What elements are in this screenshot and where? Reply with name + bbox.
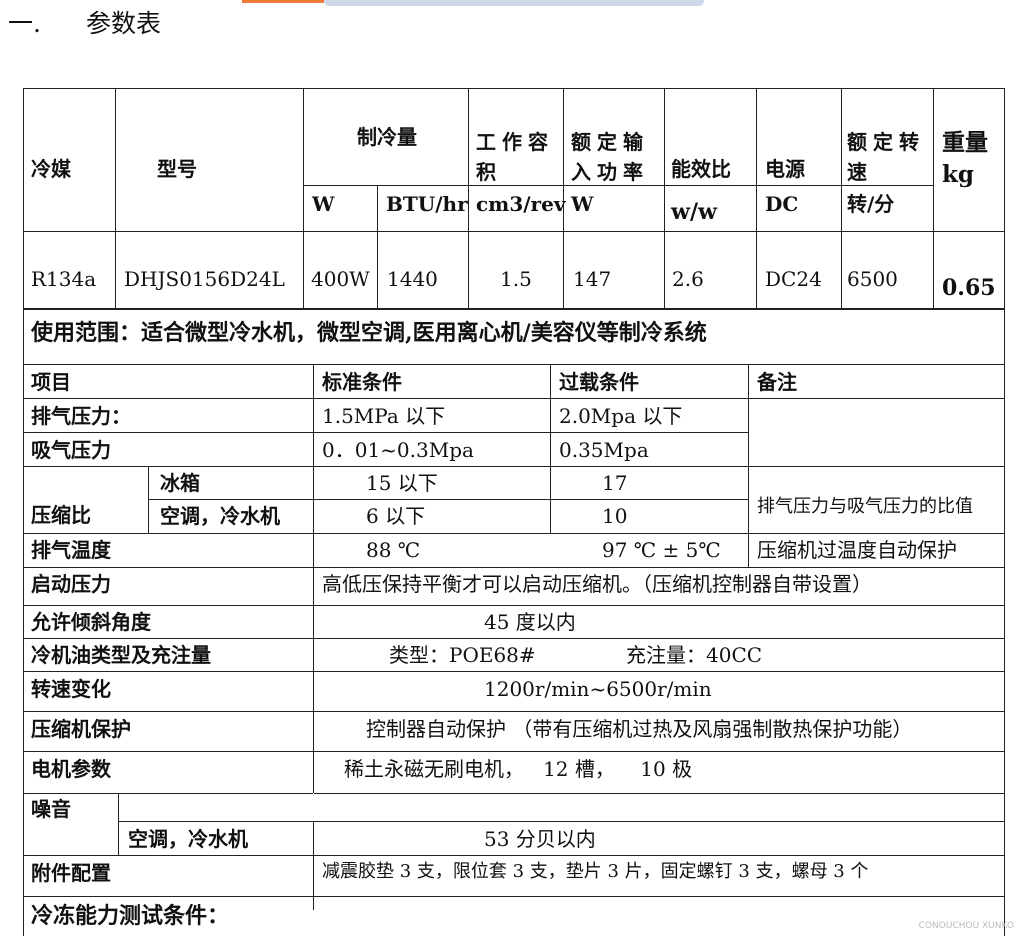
header-model: 型号 — [157, 157, 197, 181]
discharge-temp-note: 压缩机过温度自动保护 — [757, 538, 957, 562]
section-title: 参数表 — [86, 9, 162, 38]
motor-label: 电机参数 — [31, 757, 111, 781]
discharge-temp-label: 排气温度 — [31, 538, 111, 562]
value-cap-w: 400W — [311, 267, 370, 291]
accessories-value: 减震胶垫 3 支，限位套 3 支，垫片 3 片，固定螺钉 3 支，螺母 3 个 — [322, 861, 869, 882]
discharge-temp-standard: 88 ℃ — [366, 538, 421, 562]
start-pressure-value: 高低压保持平衡才可以启动压缩机。（压缩机控制器自带设置） — [322, 572, 872, 596]
value-displacement: 1.5 — [500, 267, 532, 291]
header-weight: 重量kg — [942, 129, 988, 188]
cond-header-note: 备注 — [757, 370, 797, 394]
watermark: CONOUCHOU XUNKO — [918, 921, 1014, 931]
oil-type: 类型：POE68# — [389, 643, 536, 667]
oil-charge: 充注量：40CC — [626, 643, 763, 667]
motor-value: 稀土永磁无刷电机， 12 槽， 10 极 — [344, 757, 693, 781]
header-displacement: 工作容积 — [476, 130, 554, 184]
cond-header-item: 项目 — [31, 370, 71, 394]
test-conditions: 冷冻能力测试条件： — [31, 903, 230, 929]
unit-cop: w/w — [671, 199, 717, 225]
compression-ratio-label: 压缩比 — [31, 503, 91, 527]
protection-value: 控制器自动保护 （带有压缩机过热及风扇强制散热保护功能） — [366, 717, 913, 741]
start-pressure-label: 启动压力 — [31, 572, 111, 596]
unit-cap-btu: BTU/hr — [386, 192, 468, 216]
header-power: 电源 — [765, 157, 805, 181]
accessories-label: 附件配置 — [31, 861, 111, 885]
unit-speed: 转/分 — [847, 192, 895, 216]
compression-ac-standard: 6 以下 — [366, 504, 426, 528]
suction-pressure-standard: 0．01~0.3Mpa — [322, 438, 474, 462]
unit-cap-w: W — [312, 192, 335, 216]
section-heading: 一. 参数表 — [8, 4, 161, 40]
tilt-value: 45 度以内 — [484, 610, 576, 634]
oil-label: 冷机油类型及充注量 — [31, 643, 211, 667]
compression-ac-overload: 10 — [602, 504, 628, 528]
unit-displacement: cm3/rev — [476, 192, 566, 216]
speed-change-value: 1200r/min~6500r/min — [484, 677, 712, 701]
unit-power: DC — [765, 192, 799, 216]
speed-change-label: 转速变化 — [31, 677, 111, 701]
value-cap-btu: 1440 — [387, 267, 438, 291]
compression-ratio-note: 排气压力与吸气压力的比值 — [757, 496, 973, 517]
tilt-label: 允许倾斜角度 — [31, 610, 151, 634]
compression-ac-label: 空调，冷水机 — [160, 504, 280, 528]
header-rated-speed: 额定转速 — [847, 130, 925, 184]
usage-range: 使用范围：适合微型冷水机，微型空调,医用离心机/美容仪等制冷系统 — [31, 320, 707, 346]
protection-label: 压缩机保护 — [31, 717, 131, 741]
value-model: DHJS0156D24L — [124, 267, 285, 291]
value-cop: 2.6 — [672, 267, 704, 291]
value-speed: 6500 — [847, 267, 898, 291]
header-cop: 能效比 — [671, 157, 731, 181]
noise-sub-label: 空调，冷水机 — [128, 827, 248, 851]
compression-fridge-label: 冰箱 — [160, 471, 200, 495]
noise-label: 噪音 — [31, 797, 71, 821]
active-tab-indicator — [242, 0, 324, 3]
noise-value: 53 分贝以内 — [484, 827, 596, 851]
conditions-table: 使用范围：适合微型冷水机，微型空调,医用离心机/美容仪等制冷系统 项目 标准条件… — [23, 308, 1005, 936]
value-refrigerant: R134a — [31, 267, 97, 291]
header-cooling-capacity: 制冷量 — [357, 125, 417, 149]
suction-pressure-label: 吸气压力 — [31, 438, 111, 462]
cond-header-standard: 标准条件 — [322, 370, 402, 394]
compression-fridge-overload: 17 — [602, 471, 628, 495]
header-refrigerant: 冷媒 — [31, 157, 71, 181]
value-input: 147 — [573, 267, 612, 291]
discharge-pressure-label: 排气压力： — [31, 404, 131, 428]
section-number: 一. — [8, 9, 41, 38]
compression-fridge-standard: 15 以下 — [366, 471, 438, 495]
header-rated-input: 额定输入功率 — [571, 130, 649, 184]
suction-pressure-overload: 0.35Mpa — [559, 438, 649, 462]
value-power: DC24 — [765, 267, 822, 291]
value-weight: 0.65 — [942, 275, 996, 301]
toolbar-edge — [324, 0, 704, 6]
discharge-pressure-standard: 1.5MPa 以下 — [322, 404, 446, 428]
spec-table: 冷媒 型号 制冷量 工作容积 额定输入功率 能效比 电源 额定转速 重量kg W… — [23, 88, 1005, 310]
discharge-temp-overload: 97 ℃ ± 5℃ — [602, 538, 721, 562]
cond-header-overload: 过载条件 — [559, 370, 639, 394]
unit-input: W — [571, 192, 594, 216]
discharge-pressure-overload: 2.0Mpa 以下 — [559, 404, 683, 428]
